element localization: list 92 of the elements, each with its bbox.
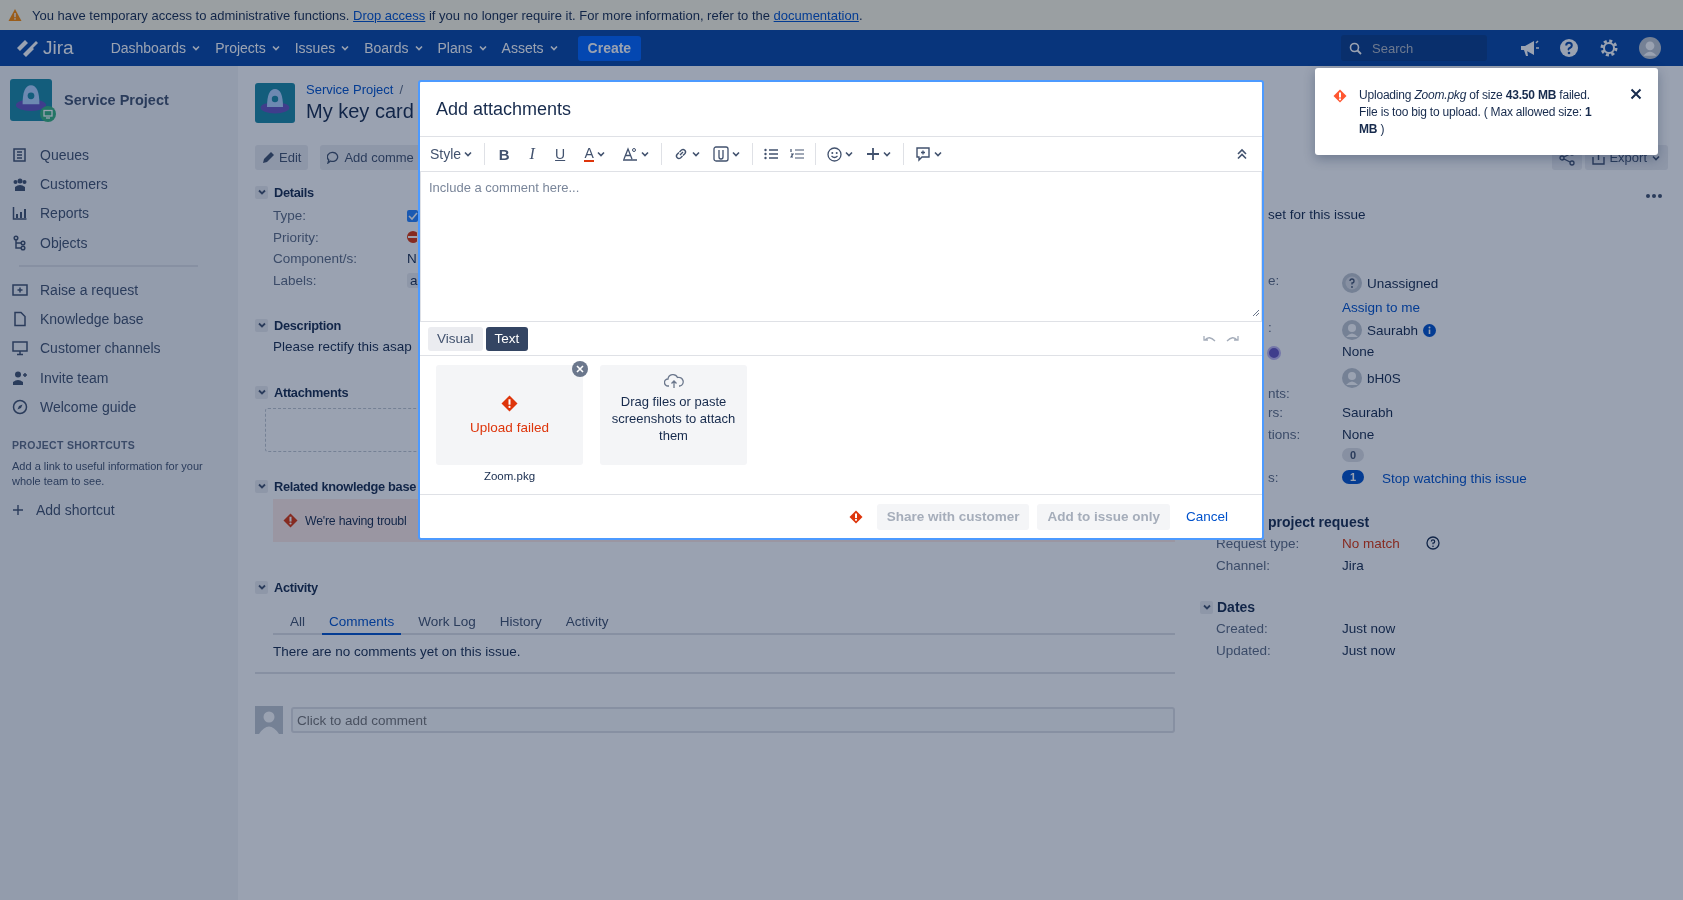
nav-menu[interactable]: Assets — [494, 33, 566, 63]
sidebar-item[interactable]: Invite team — [10, 363, 228, 393]
breadcrumb-link[interactable]: Service Project — [306, 82, 394, 97]
mode-tab[interactable]: Text — [485, 326, 529, 351]
comment-field[interactable]: Click to add comment — [291, 707, 1175, 733]
field-value: Jira — [1342, 557, 1364, 573]
field-label: Request type: — [1216, 536, 1300, 551]
add-comment-button[interactable]: Add comme — [320, 145, 421, 170]
activity-tab[interactable]: Work Log — [411, 612, 483, 635]
upload-dropzone[interactable]: Drag files or paste screenshots to attach them — [600, 365, 747, 465]
issue-title: My key card — [306, 100, 414, 123]
field-label: e: — [1268, 273, 1280, 288]
bold-button[interactable]: B — [492, 142, 517, 166]
field-label: rs: — [1268, 405, 1283, 420]
file-name: Zoom.pkg — [482, 470, 537, 482]
product-logo[interactable]: Jira — [15, 37, 74, 59]
section-heading: Dates — [1217, 599, 1256, 615]
stop-watching-link[interactable]: Stop watching this issue — [1382, 470, 1527, 486]
dialog-title: Add attachments — [435, 97, 573, 121]
count-badge: 0 — [1342, 448, 1365, 462]
search-field[interactable]: Search — [1341, 35, 1487, 61]
search-input[interactable]: Search — [1370, 39, 1480, 57]
add-shortcut-link[interactable]: Add shortcut — [10, 496, 228, 523]
cancel-link[interactable]: Cancel — [1177, 509, 1236, 524]
sidebar-item[interactable]: Welcome guide — [10, 392, 228, 422]
activity-tab[interactable]: Comments — [322, 612, 402, 635]
activity-tab[interactable]: All — [283, 612, 312, 635]
nav-menu[interactable]: Projects — [208, 33, 288, 63]
breadcrumb-separator: / — [399, 82, 404, 97]
user-name: Saurabh — [1367, 322, 1419, 338]
nav-menu[interactable]: Issues — [287, 33, 358, 63]
project-name: Service Project — [64, 92, 169, 108]
field-value: Saurabh — [1342, 405, 1394, 420]
activity-tab[interactable]: History — [492, 612, 549, 635]
field-value: N — [407, 251, 417, 267]
field-label: Channel: — [1216, 557, 1271, 573]
nav-menu[interactable]: Boards — [357, 33, 431, 63]
field-label: s: — [1268, 469, 1279, 485]
field-label: Labels: — [273, 272, 318, 288]
assign-link[interactable]: Assign to me — [1342, 300, 1439, 315]
nav-menu[interactable]: Dashboards — [103, 33, 209, 63]
user-name: bH0S — [1367, 370, 1401, 386]
text-color-button[interactable]: A — [576, 143, 615, 165]
assignee-name: Unassigned — [1367, 275, 1439, 291]
style-dropdown[interactable]: Style — [426, 143, 478, 165]
section-heading: Description — [274, 317, 342, 333]
error-message: We're having troubl — [305, 513, 407, 528]
shortcut-hint: Add a link to useful information for your whole team to see. — [12, 458, 204, 489]
section-heading: Attachments — [274, 384, 349, 400]
field-label: Updated: — [1216, 642, 1271, 658]
field-value: No match — [1342, 536, 1401, 551]
section-heading: project request — [1268, 514, 1370, 530]
mode-tab[interactable]: Visual — [428, 326, 483, 351]
sidebar-item[interactable]: Customer channels — [10, 333, 228, 364]
banner-link[interactable]: documentation — [773, 7, 859, 23]
section-heading: Related knowledge base — [274, 478, 417, 494]
section-heading: Details — [274, 184, 314, 200]
field-label: Created: — [1216, 621, 1268, 636]
field-value: Just now — [1342, 621, 1396, 636]
field-label: Component/s: — [273, 251, 359, 267]
sla-text: set for this issue — [1268, 207, 1366, 222]
sidebar-item[interactable]: Reports — [10, 198, 228, 228]
sidebar-item[interactable]: Customers — [10, 169, 228, 199]
count-badge: 1 — [1342, 469, 1365, 484]
field-value: None — [1342, 344, 1375, 359]
underline-button[interactable]: U — [548, 143, 573, 165]
banner-message: You have temporary access to administrative functions. Drop access if you no longer require it. For more information, refer to the documentation. — [32, 7, 863, 23]
dropzone-text: Drag files or paste screenshots to attach them — [610, 393, 737, 444]
nav-menu[interactable]: Plans — [430, 33, 495, 63]
create-button[interactable]: Create — [577, 35, 642, 61]
italic-button[interactable]: I — [520, 142, 545, 166]
field-label: Priority: — [273, 229, 320, 245]
sidebar-item[interactable]: Queues — [10, 140, 228, 170]
description-text: Please rectify this asap — [273, 338, 412, 356]
section-heading: Activity — [274, 579, 318, 595]
comment-editor[interactable]: Include a comment here... — [420, 172, 1262, 322]
upload-status: Upload failed — [470, 418, 549, 436]
section-heading: PROJECT SHORTCUTS — [12, 438, 136, 451]
empty-message: There are no comments yet on this issue. — [272, 644, 522, 659]
banner-link[interactable]: Drop access — [353, 7, 426, 23]
sidebar-item[interactable]: Knowledge base — [10, 304, 228, 334]
field-label: nts: — [1268, 386, 1290, 401]
field-value: Just now — [1342, 642, 1396, 658]
sidebar-item[interactable]: Raise a request — [10, 275, 228, 305]
edit-button[interactable]: Edit — [255, 145, 309, 170]
field-label: tions: — [1268, 426, 1301, 442]
field-label: : — [1268, 320, 1272, 335]
toast-message: Uploading Zoom.pkg of size 43.50 MB failed. File is too big to upload. ( Max allowed size: 1 MB ) — [1359, 87, 1593, 138]
field-value: None — [1342, 426, 1375, 442]
activity-tab[interactable]: Activity — [558, 612, 616, 635]
field-label: Type: — [273, 208, 308, 224]
sidebar-item[interactable]: Objects — [10, 227, 228, 258]
